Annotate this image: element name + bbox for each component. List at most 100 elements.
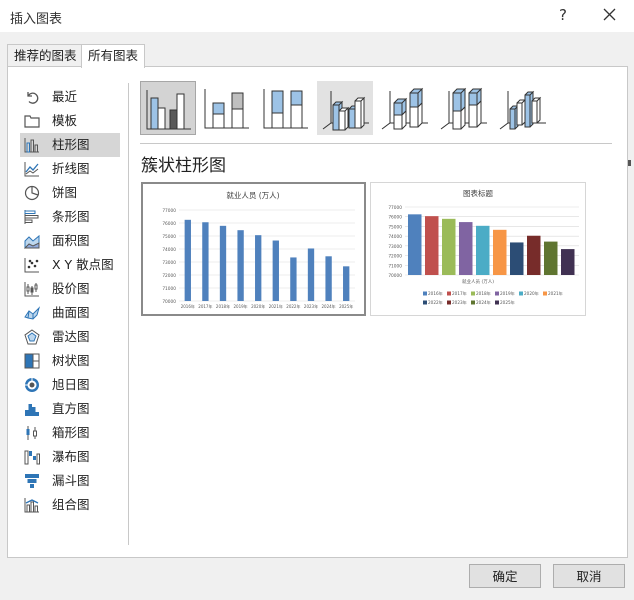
chart-category-list: 最近 模板 柱形图 折线图 饼图 条形图 面积图 X Y 散点图 股价图 曲面图… [20, 85, 120, 517]
3d-column-icon [499, 90, 546, 130]
bar [325, 256, 332, 301]
sidebar-item-combo[interactable]: 组合图 [20, 493, 120, 517]
subtype-clustered-column[interactable] [140, 81, 196, 135]
legend-swatch [471, 300, 475, 305]
sidebar-item-line[interactable]: 折线图 [20, 157, 120, 181]
bar [510, 242, 524, 275]
legend-label: 2017年 [452, 290, 467, 297]
chart-preview-2[interactable]: 图表标题 77000 76000 75000 74000 73000 72000 71000 7… [370, 182, 586, 316]
clustered-column-icon [146, 90, 191, 130]
sidebar-item-templates[interactable]: 模板 [20, 109, 120, 133]
subtype-3d-column[interactable] [494, 81, 550, 135]
y-tick-label: 71000 [388, 263, 402, 269]
subtype-3d-100-stacked-column[interactable] [435, 81, 491, 135]
bar [219, 225, 227, 301]
help-button[interactable]: ? [559, 6, 567, 24]
x-tick-label: 2024年 [322, 303, 336, 309]
sidebar-item-label: 折线图 [52, 161, 90, 176]
chart-preview-1[interactable]: 就业人员 (万人) 77000 76000 75000 74000 73000 72000 7… [141, 182, 366, 316]
sidebar-item-surface[interactable]: 曲面图 [20, 301, 120, 325]
column-chart-icon [24, 138, 39, 153]
sidebar-item-area[interactable]: 面积图 [20, 229, 120, 253]
legend-label: 2022年 [428, 299, 443, 306]
tab-all-charts[interactable]: 所有图表 [81, 44, 146, 68]
legend-swatch [543, 291, 547, 296]
close-button[interactable] [599, 4, 621, 26]
sidebar-item-histogram[interactable]: 直方图 [20, 397, 120, 421]
bar [561, 249, 575, 275]
pie-chart-icon [24, 185, 40, 201]
100-stacked-column-icon [263, 89, 308, 129]
legend-label: 2019年 [500, 290, 515, 297]
legend-label: 2020年 [524, 290, 539, 297]
sidebar-item-bar[interactable]: 条形图 [20, 205, 120, 229]
y-tick-label: 74000 [388, 234, 402, 240]
bar [425, 216, 439, 275]
x-tick-label: 2019年 [234, 303, 248, 309]
y-tick-label: 77000 [388, 205, 402, 211]
sidebar-item-pie[interactable]: 饼图 [20, 181, 120, 205]
sidebar-item-box-whisker[interactable]: 箱形图 [20, 421, 120, 445]
legend-label: 2025年 [500, 299, 515, 306]
subtype-3d-stacked-column[interactable] [376, 81, 432, 135]
stock-chart-icon [24, 282, 39, 297]
bar [237, 230, 244, 301]
surface-chart-icon [24, 306, 40, 320]
bar [527, 235, 541, 275]
legend-swatch [423, 291, 427, 296]
sidebar-item-label: 直方图 [52, 401, 90, 416]
bar [442, 218, 456, 275]
legend-label: 2024年 [476, 299, 491, 306]
x-tick-label: 2018年 [216, 303, 230, 309]
y-tick-label: 72000 [388, 254, 402, 260]
sidebar-item-column[interactable]: 柱形图 [20, 133, 120, 157]
chart-title: 就业人员 (万人) [226, 190, 279, 200]
sidebar-item-recent[interactable]: 最近 [20, 85, 120, 109]
chart-title: 图表标题 [463, 188, 493, 198]
bar [307, 248, 315, 301]
sidebar-item-label: 旭日图 [52, 377, 90, 392]
y-tick-label: 76000 [162, 221, 176, 227]
legend-swatch [495, 291, 499, 296]
dialog-title: 插入图表 [10, 12, 63, 27]
sidebar-item-stock[interactable]: 股价图 [20, 277, 120, 301]
sidebar-item-waterfall[interactable]: 瀑布图 [20, 445, 120, 469]
treemap-icon [24, 353, 40, 369]
x-tick-label: 2021年 [269, 303, 283, 309]
x-tick-label: 2020年 [251, 303, 265, 309]
sunburst-icon [25, 378, 39, 392]
bar [408, 214, 422, 275]
y-tick-label: 71000 [162, 286, 176, 292]
waterfall-icon [24, 450, 40, 465]
area-chart-icon [24, 234, 40, 249]
legend-swatch [447, 291, 451, 296]
3d-100-stacked-column-icon [440, 87, 487, 130]
scroll-indicator [628, 160, 631, 166]
bar [459, 222, 473, 275]
ok-button[interactable]: 确定 [469, 564, 541, 588]
sidebar-item-label: 箱形图 [52, 425, 90, 440]
y-tick-label: 76000 [388, 215, 402, 221]
y-tick-label: 75000 [388, 224, 402, 230]
sidebar-item-scatter[interactable]: X Y 散点图 [20, 253, 120, 277]
legend-label: 2018年 [476, 290, 491, 297]
sidebar-item-sunburst[interactable]: 旭日图 [20, 373, 120, 397]
bar [184, 219, 191, 301]
sidebar-item-radar[interactable]: 雷达图 [20, 325, 120, 349]
radar-chart-icon [24, 329, 40, 345]
subtype-100-stacked-column[interactable] [258, 81, 314, 135]
cancel-button[interactable]: 取消 [553, 564, 625, 588]
3d-clustered-column-icon [322, 91, 369, 131]
tab-recommended-charts[interactable]: 推荐的图表 [7, 44, 84, 67]
y-tick-label: 73000 [388, 244, 402, 250]
x-tick-label: 2016年 [181, 303, 195, 309]
subtype-3d-clustered-column[interactable] [317, 81, 373, 135]
legend-label: 2016年 [428, 290, 443, 297]
sidebar-item-funnel[interactable]: 漏斗图 [20, 469, 120, 493]
line-chart-icon [24, 162, 39, 177]
bar [476, 225, 490, 275]
chart-preview-2-svg: 图表标题 77000 76000 75000 74000 73000 72000 71000 7… [388, 188, 579, 306]
bar [290, 257, 297, 301]
sidebar-item-treemap[interactable]: 树状图 [20, 349, 120, 373]
subtype-stacked-column[interactable] [199, 81, 255, 135]
